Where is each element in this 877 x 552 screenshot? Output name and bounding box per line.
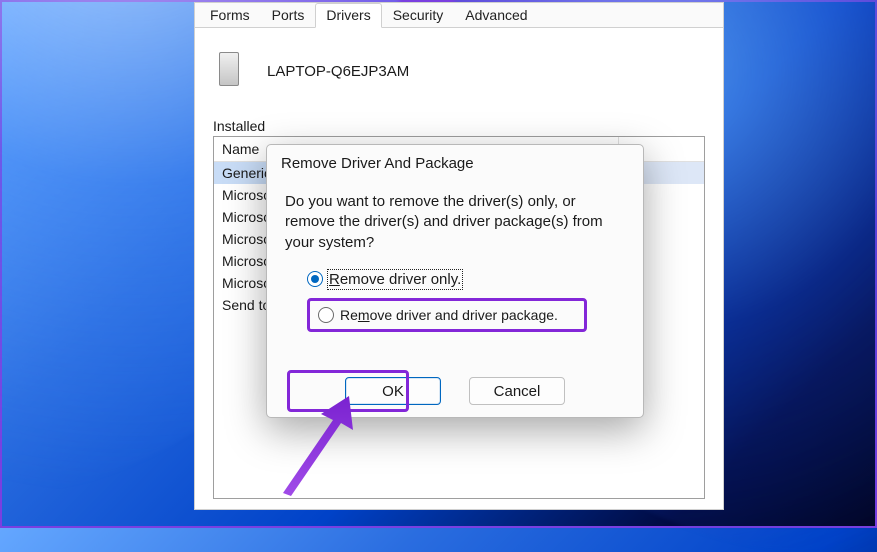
dialog-message: Do you want to remove the driver(s) only…	[285, 192, 625, 253]
device-name: LAPTOP-Q6EJP3AM	[267, 63, 409, 80]
dialog-title: Remove Driver And Package	[267, 145, 643, 178]
tab-ports[interactable]: Ports	[261, 3, 316, 27]
tab-security[interactable]: Security	[382, 3, 455, 27]
radio-label: Remove driver only.	[329, 271, 461, 288]
tabs-bar: Forms Ports Drivers Security Advanced	[195, 3, 723, 28]
installed-label: Installed	[213, 118, 705, 134]
dialog-buttons: OK Cancel	[267, 371, 643, 417]
tab-drivers[interactable]: Drivers	[315, 3, 381, 28]
radio-group: Remove driver only. Remove driver and dr…	[285, 271, 625, 332]
tab-advanced[interactable]: Advanced	[454, 3, 538, 27]
ok-button[interactable]: OK	[345, 377, 441, 405]
radio-icon	[318, 307, 334, 323]
radio-remove-driver-only[interactable]: Remove driver only.	[307, 271, 625, 288]
tab-forms[interactable]: Forms	[199, 3, 261, 27]
dialog-body: Do you want to remove the driver(s) only…	[267, 178, 643, 371]
radio-icon	[307, 271, 323, 287]
device-header: LAPTOP-Q6EJP3AM	[213, 48, 705, 94]
radio-label: Remove driver and driver package.	[340, 307, 558, 323]
cancel-button[interactable]: Cancel	[469, 377, 565, 405]
computer-icon	[213, 48, 253, 94]
remove-driver-dialog: Remove Driver And Package Do you want to…	[266, 144, 644, 418]
radio-remove-driver-and-package[interactable]: Remove driver and driver package.	[307, 298, 587, 332]
